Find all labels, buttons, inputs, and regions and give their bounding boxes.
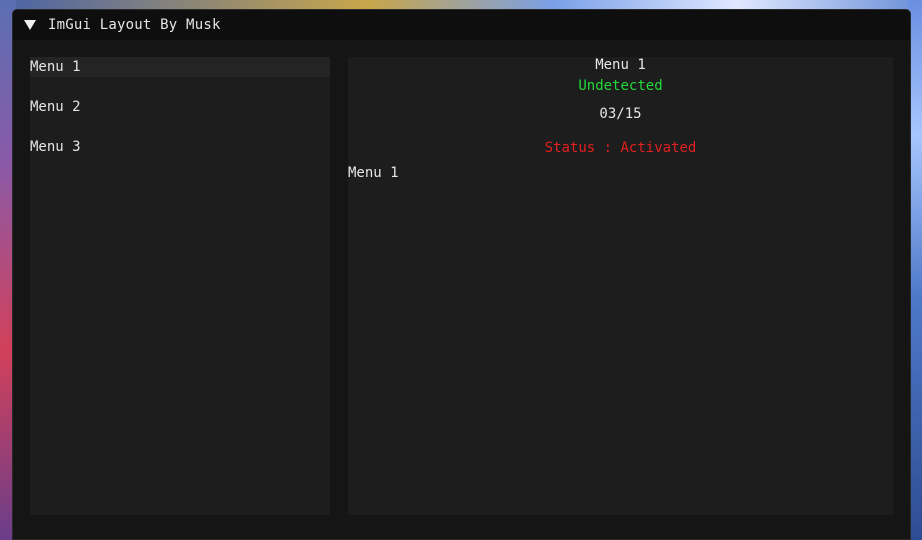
content-label: Menu 1 [348,165,399,181]
sidebar-panel[interactable]: Menu 1 Menu 2 Menu 3 [30,57,330,515]
sidebar-item-label: Menu 3 [30,139,81,155]
content-panel[interactable]: Menu 1 Undetected 03/15 Status : Activat… [348,57,893,515]
content-header: Menu 1 [595,57,646,73]
imgui-window[interactable]: ImGui Layout By Musk Menu 1 Menu 2 Menu … [12,9,911,540]
sidebar-item-menu-2[interactable]: Menu 2 [30,97,330,117]
date-label: 03/15 [599,106,642,122]
window-title: ImGui Layout By Musk [48,17,221,33]
sidebar-item-menu-3[interactable]: Menu 3 [30,137,330,157]
window-footer [13,515,910,539]
detection-status: Undetected [578,78,663,94]
sidebar-item-menu-1[interactable]: Menu 1 [30,57,330,77]
activation-status: Status : Activated [544,140,697,156]
collapse-arrow-icon[interactable] [24,20,36,30]
sidebar-item-label: Menu 2 [30,99,81,115]
sidebar-item-label: Menu 1 [30,59,81,75]
window-titlebar[interactable]: ImGui Layout By Musk [13,10,910,40]
